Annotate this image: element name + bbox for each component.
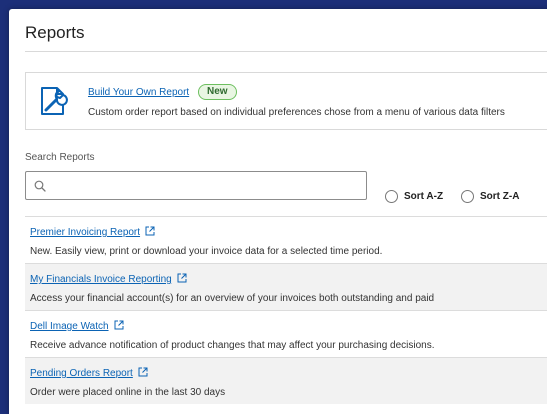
sort-az-option[interactable]: Sort A-Z [385, 190, 443, 203]
sort-za-radio[interactable] [461, 190, 474, 203]
sort-za-option[interactable]: Sort Z-A [461, 190, 519, 203]
report-row: Premier Invoicing Report New. Easily vie… [25, 216, 547, 263]
report-description: Access your financial account(s) for an … [30, 293, 435, 304]
report-link[interactable]: My Financials Invoice Reporting [30, 273, 187, 285]
report-title[interactable]: Pending Orders Report [30, 368, 133, 379]
reports-panel: Reports Build Your Own Report New Custom… [9, 9, 547, 414]
report-description: Receive advance notification of product … [30, 340, 435, 351]
report-description: New. Easily view, print or download your… [30, 246, 383, 257]
search-label: Search Reports [25, 152, 95, 163]
sort-az-label: Sort A-Z [404, 191, 444, 202]
external-link-icon [145, 226, 155, 236]
report-row: Pending Orders Report Order were placed … [25, 357, 547, 404]
report-link[interactable]: Pending Orders Report [30, 367, 148, 379]
report-title[interactable]: Dell Image Watch [30, 321, 109, 332]
external-link-icon [114, 320, 124, 330]
external-link-icon [138, 367, 148, 377]
report-description: Order were placed online in the last 30 … [30, 387, 226, 398]
external-link-icon [177, 273, 187, 283]
report-link[interactable]: Premier Invoicing Report [30, 226, 155, 238]
report-title[interactable]: My Financials Invoice Reporting [30, 274, 172, 285]
report-link[interactable]: Dell Image Watch [30, 320, 124, 332]
search-icon [34, 180, 46, 192]
new-badge: New [198, 84, 237, 100]
report-wrench-icon [41, 87, 68, 115]
search-box[interactable] [25, 171, 367, 200]
report-row: Dell Image Watch Receive advance notific… [25, 310, 547, 357]
search-input[interactable] [52, 176, 356, 198]
report-title[interactable]: Premier Invoicing Report [30, 227, 140, 238]
report-row: My Financials Invoice Reporting Access y… [25, 263, 547, 310]
report-list: Premier Invoicing Report New. Easily vie… [25, 216, 547, 404]
sort-za-label: Sort Z-A [480, 191, 520, 202]
build-report-description: Custom order report based on individual … [88, 107, 505, 118]
page-title: Reports [25, 23, 85, 42]
sort-az-radio[interactable] [385, 190, 398, 203]
build-report-link[interactable]: Build Your Own Report [88, 87, 189, 98]
build-report-card: Build Your Own Report New Custom order r… [25, 72, 547, 130]
title-divider [25, 51, 547, 52]
